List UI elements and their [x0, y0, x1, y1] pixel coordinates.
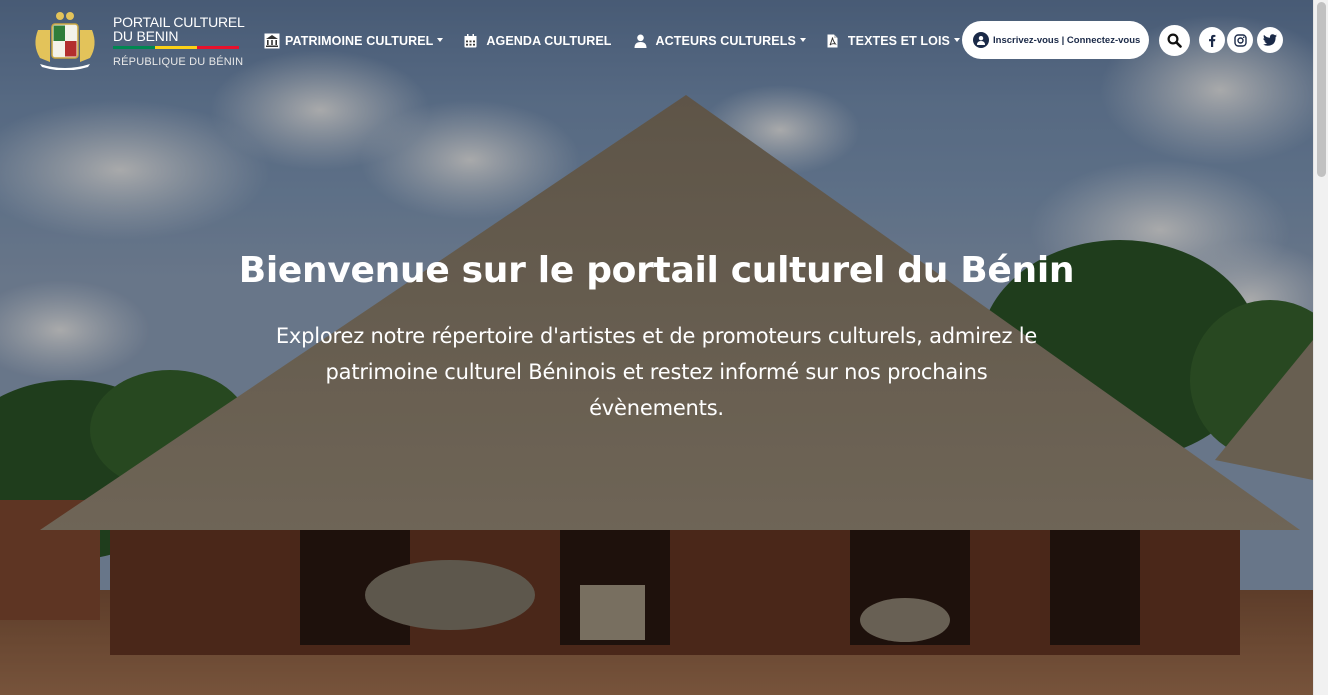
brand-line-3: RÉPUBLIQUE DU BÉNIN [113, 56, 244, 68]
nav-item-label: ACTEURS CULTURELS [655, 34, 796, 48]
brand-line-2: DU BENIN [113, 28, 179, 44]
instagram-icon [1233, 33, 1247, 47]
calendar-icon [462, 33, 478, 49]
twitter-link[interactable] [1257, 27, 1283, 53]
nav-item-label: AGENDA CULTUREL [486, 34, 612, 48]
site-logo[interactable]: PORTAIL CULTUREL DU BENIN RÉPUBLIQUE DU … [30, 10, 245, 70]
nav-item-textes-et-lois[interactable]: TEXTES ET LOIS [825, 30, 960, 52]
flag-stripe [113, 46, 239, 49]
nav-item-label: PATRIMOINE CULTUREL [285, 34, 434, 48]
nav-item-acteurs-culturels[interactable]: ACTEURS CULTURELS [633, 30, 806, 52]
user-circle-icon [973, 32, 989, 48]
benin-coat-of-arms-icon [35, 12, 95, 70]
search-button[interactable] [1159, 25, 1190, 56]
top-navigation-bar: PORTAIL CULTUREL DU BENIN RÉPUBLIQUE DU … [0, 0, 1313, 84]
chevron-down-icon [954, 37, 960, 42]
nav-item-agenda-culturel[interactable]: AGENDA CULTUREL [462, 30, 611, 52]
page-scrollbar[interactable] [1313, 0, 1328, 695]
instagram-link[interactable] [1227, 27, 1253, 53]
search-icon [1167, 33, 1182, 48]
signup-login-button[interactable]: Inscrivez-vous | Connectez-vous [962, 21, 1149, 59]
signup-login-label: Inscrivez-vous | Connectez-vous [993, 34, 1141, 46]
monument-icon [264, 33, 280, 49]
pdf-file-icon [825, 33, 841, 49]
chevron-down-icon [799, 37, 806, 42]
twitter-icon [1263, 34, 1277, 46]
facebook-link[interactable] [1199, 27, 1225, 53]
chevron-down-icon [437, 37, 444, 42]
facebook-icon [1209, 34, 1216, 47]
hero-subtitle: Explorez notre répertoire d'artistes et … [275, 324, 1038, 420]
main-menu: PATRIMOINE CULTUREL AGENDA CULTUREL ACTE… [264, 30, 960, 52]
hero-title: Bienvenue sur le portail culturel du Bén… [238, 250, 1075, 291]
brand-line-1: PORTAIL CULTUREL [113, 14, 245, 30]
nav-item-label: TEXTES ET LOIS [847, 34, 950, 48]
nav-item-patrimoine-culturel[interactable]: PATRIMOINE CULTUREL [264, 30, 444, 52]
user-icon [633, 33, 649, 49]
scrollbar-thumb[interactable] [1317, 2, 1326, 177]
site-brand: PORTAIL CULTUREL DU BENIN RÉPUBLIQUE DU … [113, 15, 245, 68]
